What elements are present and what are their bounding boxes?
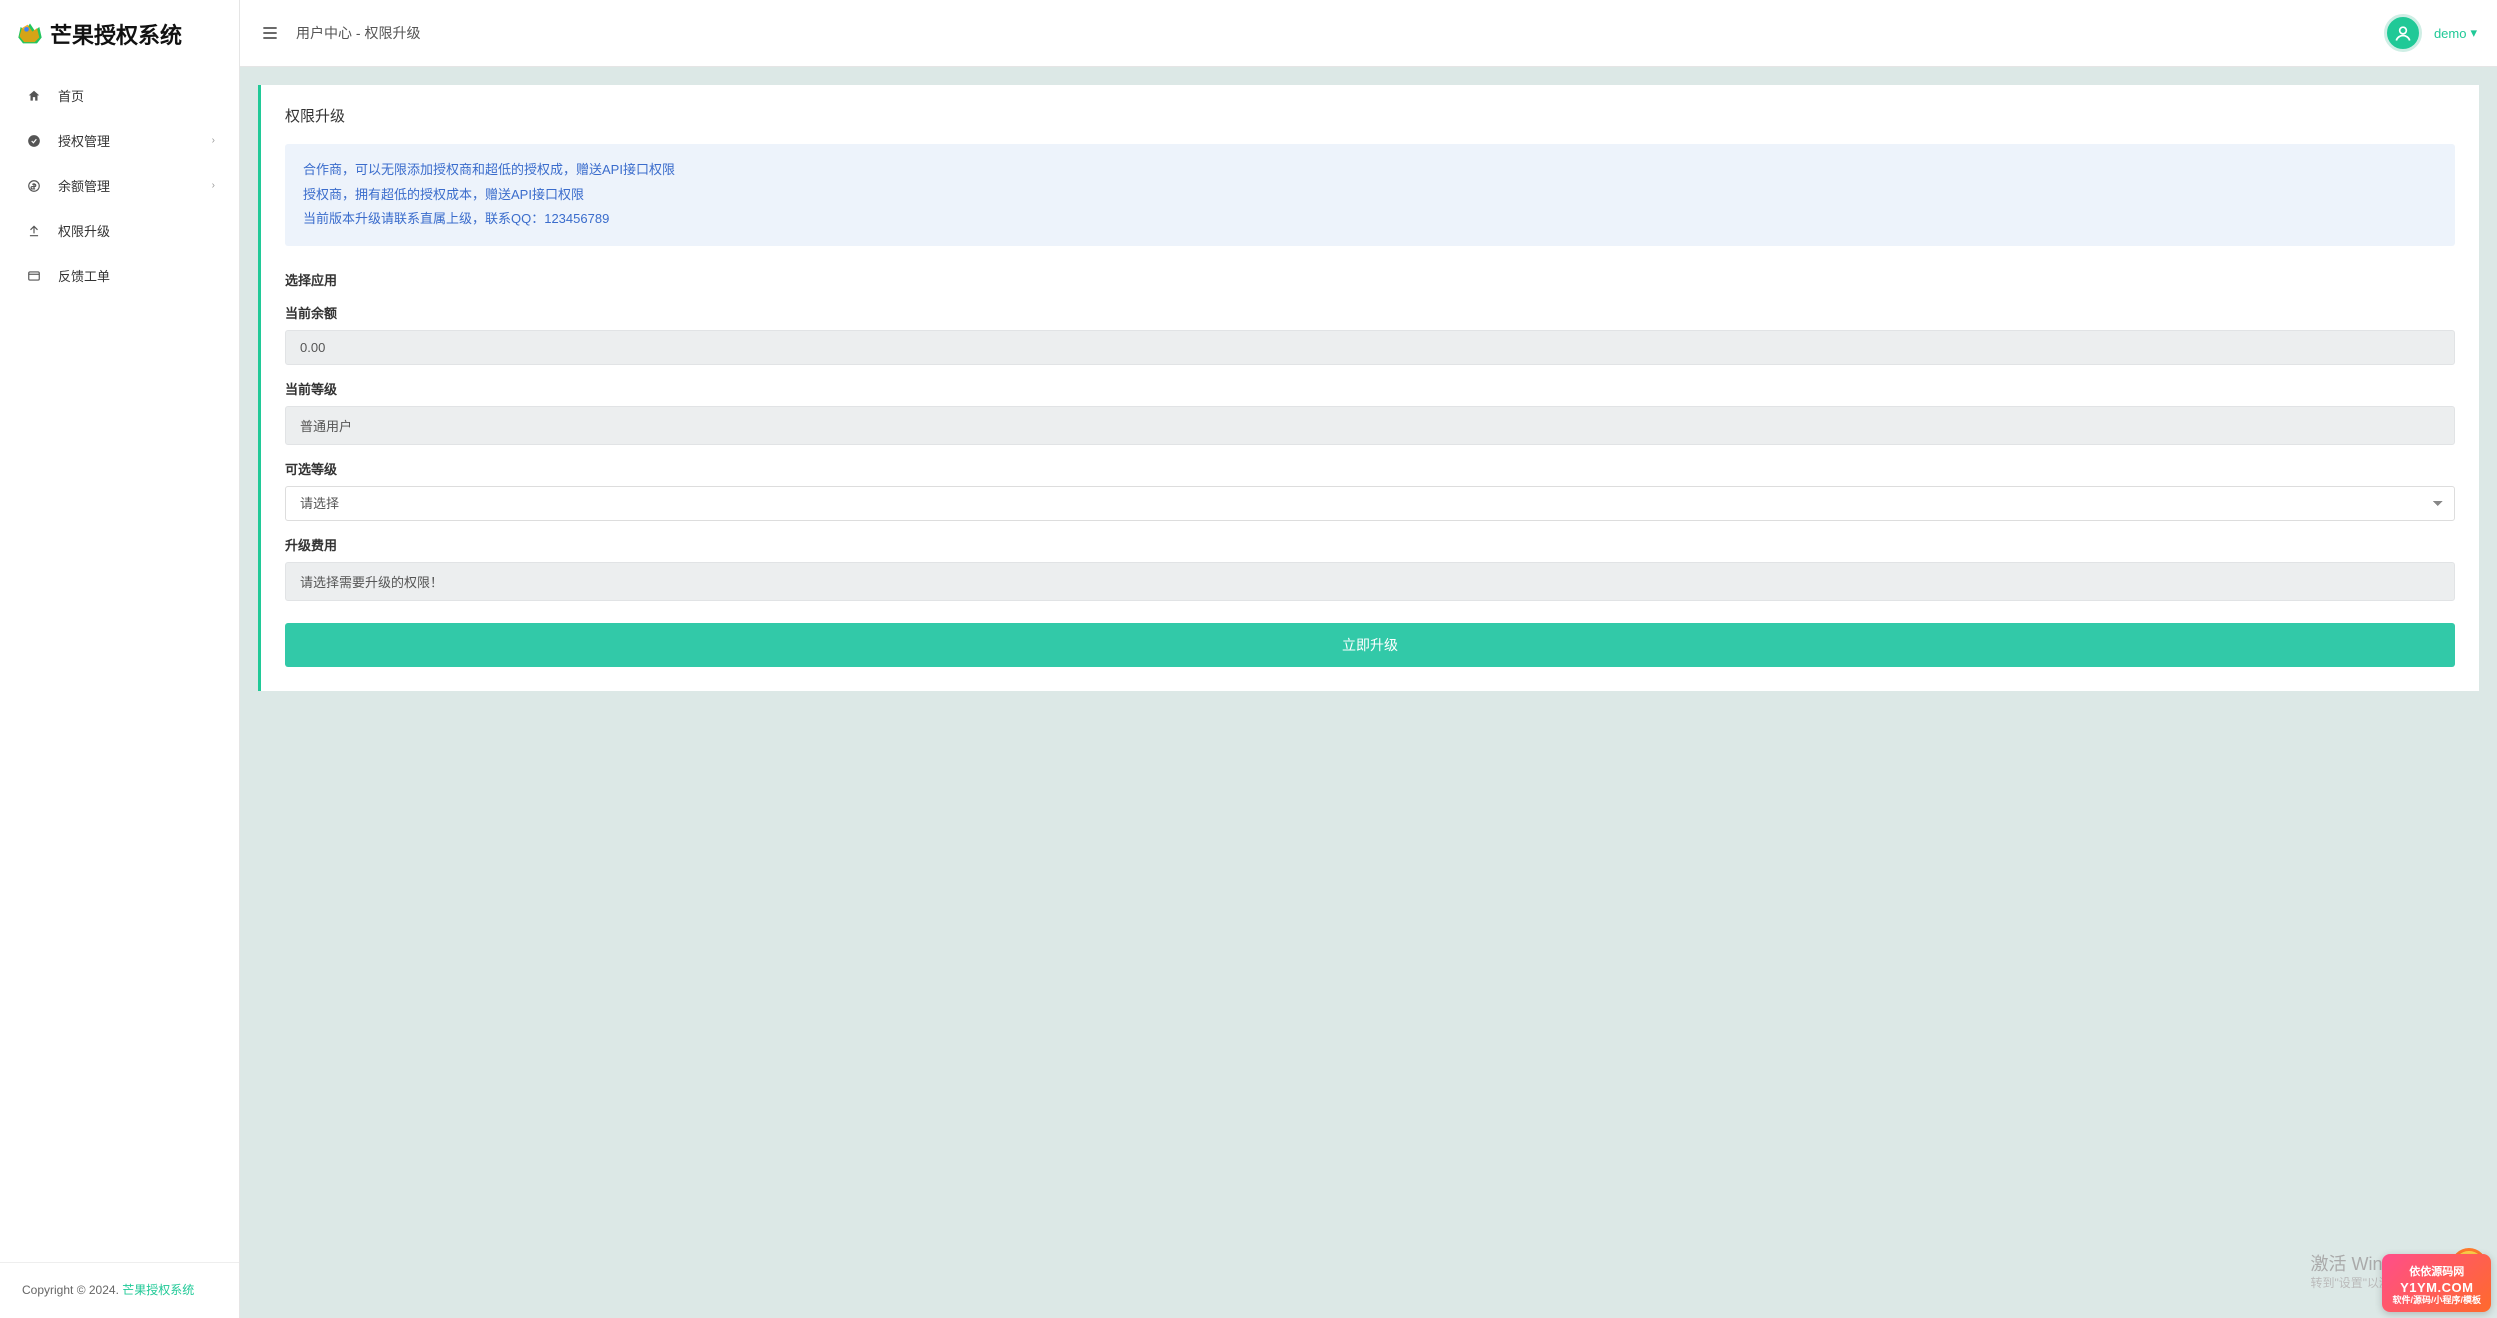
corner-title: 依依源码网 (2392, 1266, 2481, 1279)
upgrade-card: 权限升级 合作商，可以无限添加授权商和超低的授权成，赠送API接口权限 授权商，… (258, 85, 2479, 691)
balance-label: 当前余额 (285, 303, 2455, 322)
options-label: 可选等级 (285, 459, 2455, 478)
submit-button[interactable]: 立即升级 (285, 623, 2455, 667)
copyright-text: Copyright © 2024. (22, 1283, 122, 1297)
sidebar: 芒果授权系统 首页 授权管理 › 余额管理 › 权限升级 (0, 0, 240, 1318)
notice-line: 合作商，可以无限添加授权商和超低的授权成，赠送API接口权限 (303, 158, 2437, 183)
app-name: 芒果授权系统 (50, 18, 182, 50)
copyright-link[interactable]: 芒果授权系统 (122, 1283, 194, 1297)
upgrade-icon (24, 224, 44, 238)
breadcrumb: 用户中心 - 权限升级 (296, 23, 420, 43)
app-logo[interactable]: 芒果授权系统 (0, 0, 239, 67)
cost-value: 请选择需要升级的权限！ (285, 562, 2455, 601)
user-menu[interactable]: demo ▾ (2434, 25, 2477, 41)
card-title: 权限升级 (261, 85, 2479, 144)
dollar-icon (24, 179, 44, 193)
home-icon (24, 89, 44, 103)
top-nav: 用户中心 - 权限升级 demo ▾ (240, 0, 2497, 67)
sidebar-item-upgrade[interactable]: 权限升级 (0, 208, 239, 253)
select-app-label: 选择应用 (285, 266, 2455, 289)
balance-value: 0.00 (285, 330, 2455, 365)
cost-label: 升级费用 (285, 535, 2455, 554)
sidebar-item-home[interactable]: 首页 (0, 73, 239, 118)
top-right: demo ▾ (2384, 14, 2477, 52)
notice-line: 当前版本升级请联系直属上级，联系QQ：123456789 (303, 207, 2437, 232)
level-select[interactable]: 请选择 (285, 486, 2455, 521)
caret-down-icon: ▾ (2470, 25, 2477, 41)
sidebar-item-feedback[interactable]: 反馈工单 (0, 253, 239, 298)
sidebar-nav: 首页 授权管理 › 余额管理 › 权限升级 反馈工单 (0, 67, 239, 1262)
sidebar-item-balance[interactable]: 余额管理 › (0, 163, 239, 208)
sidebar-item-label: 权限升级 (58, 221, 110, 240)
check-icon (24, 134, 44, 148)
user-avatar-icon (2393, 23, 2413, 43)
sidebar-item-label: 反馈工单 (58, 266, 110, 285)
avatar[interactable] (2384, 14, 2422, 52)
sidebar-item-auth[interactable]: 授权管理 › (0, 118, 239, 163)
mango-logo-icon (16, 20, 44, 48)
hamburger-icon[interactable] (260, 23, 282, 43)
notice-box: 合作商，可以无限添加授权商和超低的授权成，赠送API接口权限 授权商，拥有超低的… (285, 144, 2455, 246)
user-name: demo (2434, 26, 2467, 41)
corner-badge[interactable]: 依依源码网 Y1YM.COM 软件/源码/小程序/模板 (2382, 1254, 2491, 1312)
level-value: 普通用户 (285, 406, 2455, 445)
card-body: 合作商，可以无限添加授权商和超低的授权成，赠送API接口权限 授权商，拥有超低的… (261, 144, 2479, 667)
corner-domain: Y1YM.COM (2392, 1280, 2481, 1296)
sidebar-item-label: 首页 (58, 86, 84, 105)
ticket-icon (24, 269, 44, 283)
content: 权限升级 合作商，可以无限添加授权商和超低的授权成，赠送API接口权限 授权商，… (240, 67, 2497, 1318)
main-area: 用户中心 - 权限升级 demo ▾ 权限升级 合作商，可以无限添加授权商和超低… (240, 0, 2497, 1318)
sidebar-item-label: 授权管理 (58, 131, 110, 150)
corner-sub: 软件/源码/小程序/模板 (2392, 1295, 2481, 1306)
sidebar-item-label: 余额管理 (58, 176, 110, 195)
notice-line: 授权商，拥有超低的授权成本，赠送API接口权限 (303, 183, 2437, 208)
chevron-right-icon: › (212, 180, 215, 191)
copyright: Copyright © 2024. 芒果授权系统 (0, 1262, 239, 1318)
chevron-right-icon: › (212, 135, 215, 146)
level-label: 当前等级 (285, 379, 2455, 398)
